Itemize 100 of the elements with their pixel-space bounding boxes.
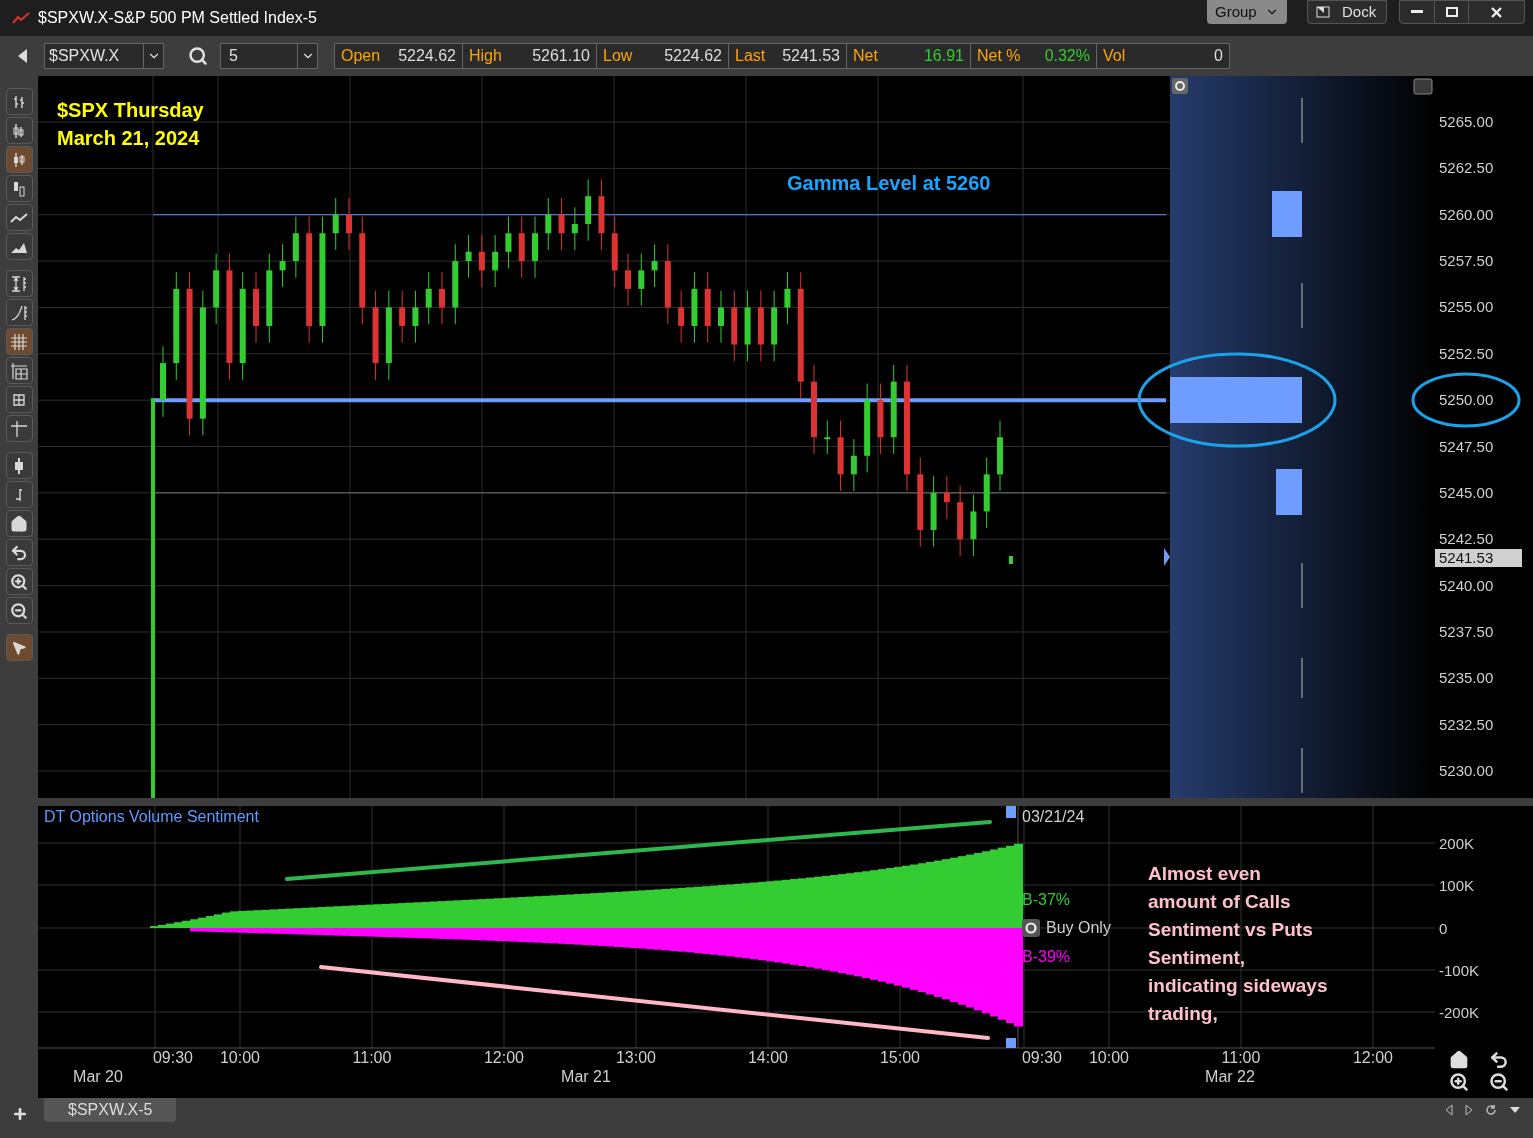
zoom-in-icon[interactable] [1449,1072,1469,1092]
price-axis-label: 5265.00 [1439,113,1494,130]
candlestick [346,197,352,251]
chart-tool-button[interactable] [5,175,33,202]
price-axis-label: 5242.50 [1439,530,1494,548]
chart-tool-button[interactable] [5,510,33,537]
symbol-field[interactable]: $SPXW.X [44,43,164,69]
next-icon[interactable] [1465,1104,1473,1116]
time-axis-label: 13:00 [616,1049,656,1066]
crosshair-icon [10,419,28,438]
group-button[interactable]: Group [1207,0,1287,24]
candlestick [465,234,472,279]
quote-label: Net [853,46,878,66]
volume-axis-label: -200K [1439,1004,1480,1021]
chart-tool-button[interactable] [5,539,33,566]
candlestick [837,420,844,492]
chart-tool-button[interactable] [5,415,33,442]
candlestick [850,438,857,492]
line-chart-icon [10,210,28,225]
time-axis-label: 10:00 [220,1049,260,1066]
dock-button[interactable]: Dock [1307,0,1387,24]
candlestick [558,197,565,251]
interval-field[interactable]: 5 [220,43,318,69]
candlestick-icon [11,180,27,197]
gamma-level-label: Gamma Level at 5260 [787,172,991,194]
candlestick [505,216,512,269]
time-axis-label: 09:30 [1022,1049,1062,1066]
date-label: 03/21/24 [1022,808,1085,825]
price-axis-label: 5250.00 [1439,391,1494,409]
candlestick [518,216,525,279]
menu-button[interactable] [1413,78,1433,95]
home-icon[interactable] [1449,1050,1469,1070]
zoom-out-icon[interactable] [1489,1072,1509,1092]
hlc-chart-icon [11,122,27,139]
bar-icon [13,456,25,475]
time-axis-label: 15:00 [880,1049,920,1066]
candlestick [532,216,538,279]
price-axis-label: 5252.50 [1439,344,1494,362]
quote-value: 5224.62 [664,46,722,66]
chart-tool-button[interactable] [5,357,33,384]
candlestick [625,253,631,307]
mode-label: Buy Only [1046,919,1111,936]
fit-scale-icon [10,274,28,293]
date-axis-label: Mar 21 [561,1068,611,1085]
candlestick [332,197,339,251]
add-tab-icon[interactable] [12,1106,28,1122]
chart-tool-button[interactable] [5,568,33,595]
chart-tool-button[interactable] [5,386,33,413]
candlestick [638,253,645,307]
volume-axis-label: 100K [1439,877,1475,894]
quote-value: 0.32% [1044,46,1090,66]
candlestick-icon [11,151,27,168]
price-axis-label: 5262.50 [1439,159,1494,177]
chart-tool-button[interactable] [5,481,33,508]
previous-icon[interactable] [1445,1104,1453,1116]
puts-percent: B-39% [1022,948,1071,965]
bar-chart-icon [11,93,27,110]
close-icon [1491,6,1502,18]
candlestick [571,206,578,251]
quote-label: Low [603,46,633,66]
chart-tool-button[interactable] [5,233,33,260]
window-title: $SPXW.X-S&P 500 PM Settled Index-5 [38,8,317,28]
chart-tool-button[interactable] [5,634,33,661]
chart-tool-button[interactable] [5,452,33,479]
chart-tool-button[interactable] [5,117,33,144]
chart-tool-button[interactable] [5,597,33,624]
candlestick [824,420,831,455]
range-marker [1006,806,1016,818]
chart-tool-button[interactable] [5,146,33,173]
candlestick [213,253,220,325]
annotation-note: Almost even amount of Calls Sentiment vs Puts Sentiment, indicating sideways trading, [1148,863,1328,1024]
candlestick [757,290,764,362]
maximize-icon [1445,7,1458,17]
candlestick [771,290,778,362]
caret-icon[interactable] [1509,1106,1521,1114]
chart-tool-button[interactable] [5,88,33,115]
zoom-out-icon [10,601,28,620]
time-axis-label: 12:00 [1353,1049,1393,1066]
price-axis-label: 5230.00 [1439,762,1494,780]
refresh-icon[interactable] [1485,1104,1497,1116]
candlestick [399,290,406,344]
chart-tool-button[interactable] [5,299,33,326]
chart-tool-button[interactable] [5,328,33,355]
date-axis-label: Mar 22 [1205,1068,1255,1085]
chart-tab[interactable]: $SPXW.X-5 [44,1098,177,1122]
candlestick [983,457,990,529]
chart-line-icon [12,12,30,24]
price-axis-label: 5245.00 [1439,483,1494,501]
search-icon[interactable] [188,46,208,66]
chart-tool-button[interactable] [5,204,33,231]
candlestick [292,216,299,279]
price-axis-label: 5240.00 [1439,576,1494,594]
chart-tool-button[interactable] [5,270,33,297]
collapse-left-icon[interactable] [16,48,28,64]
zoom-in-icon [10,572,28,591]
candlestick [744,290,751,362]
undo-icon[interactable] [1489,1050,1509,1070]
pointer-icon [11,639,27,656]
price-axis-label: 5232.50 [1439,715,1494,733]
candlestick [731,290,738,362]
